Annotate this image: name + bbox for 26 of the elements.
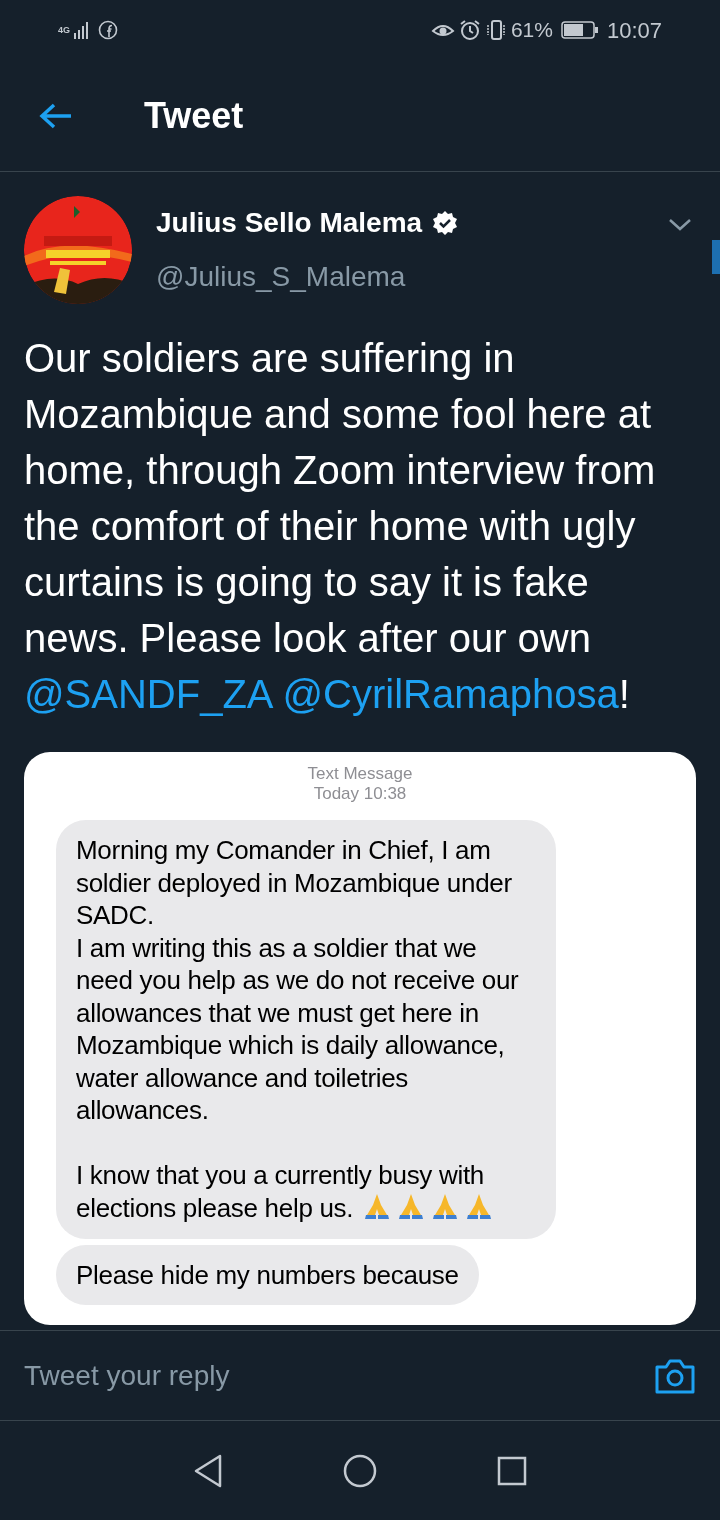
home-icon[interactable] — [343, 1453, 377, 1488]
scrollbar-thumb — [712, 240, 720, 274]
author-handle[interactable]: @Julius_S_Malema — [156, 256, 459, 298]
battery-percentage: 61% — [510, 17, 553, 44]
mention-link[interactable]: @CyrilRamaphosa — [282, 672, 619, 716]
alarm-icon — [458, 19, 481, 41]
mention-link[interactable]: @SANDF_ZA — [24, 672, 272, 716]
network-label: 4G — [58, 25, 70, 35]
battery-icon — [560, 20, 599, 40]
author-name[interactable]: Julius Sello Malema — [156, 202, 423, 244]
message-header: Text Message Today 10:38 — [306, 764, 414, 804]
page-title: Tweet — [144, 93, 244, 138]
back-icon[interactable] — [193, 1453, 223, 1488]
clock-time: 10:07 — [606, 16, 662, 45]
message-text: Please hide my numbers because — [76, 1258, 459, 1291]
signal-icon — [74, 21, 90, 39]
message-text: Morning my Comander in Chief, I am soldier deployed in Mozambique under SADC. I am writing this as a soldier that we need you help as we do not receive our allowances that we must get here in Mozambique which is daily allowance, water allowance and toiletries allowances. — [76, 834, 520, 1127]
chevron-down-icon[interactable] — [668, 218, 692, 232]
vibrate-icon — [484, 19, 507, 41]
tweet-text: Our soldiers are suffering in Mozambique and some fool here at home, through Zoom interview from the comfort of their home with ugly curtains is going to say it is fake news. Please look after our own @SANDF_ZA @CyrilRamaphosa! — [24, 335, 657, 718]
facebook-icon — [98, 20, 118, 40]
back-arrow-icon — [39, 101, 73, 130]
reply-field[interactable]: Tweet your reply — [24, 1354, 654, 1397]
message-text: I know that you a currently busy with elections please help us. — [76, 1158, 536, 1225]
recents-icon[interactable] — [497, 1455, 527, 1486]
message-screenshot[interactable] — [24, 752, 696, 1325]
